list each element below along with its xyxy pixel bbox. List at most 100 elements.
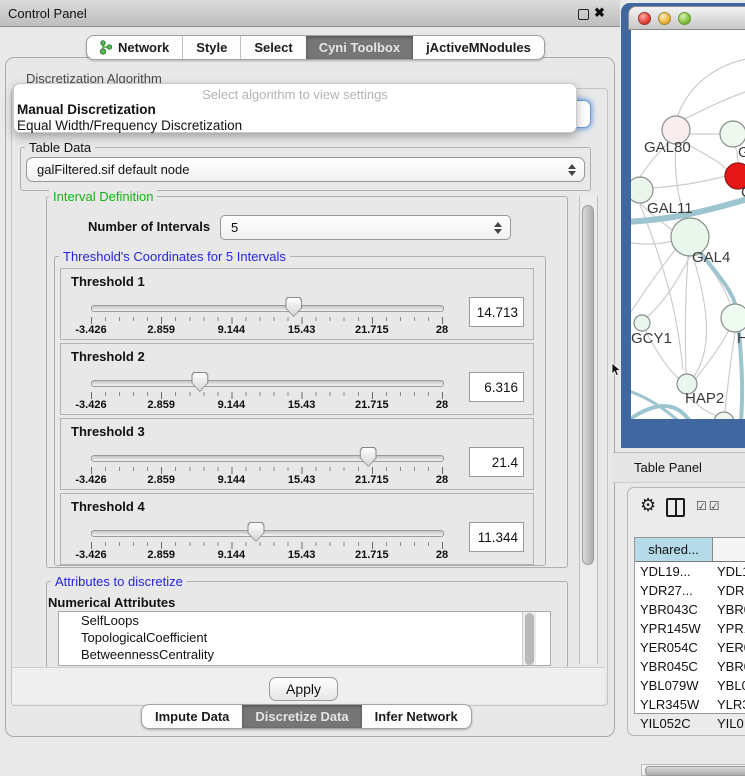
tab-network-label: Network <box>118 40 169 55</box>
tab-impute-data[interactable]: Impute Data <box>142 705 242 728</box>
column-header-shared[interactable]: shared... <box>635 538 713 561</box>
tab-style[interactable]: Style <box>182 36 240 59</box>
table-row[interactable]: YLR345WYLR3 <box>635 695 745 714</box>
table-cell[interactable]: YIL052C <box>635 714 713 733</box>
table-cell[interactable]: YPR1 <box>713 619 745 638</box>
threshold-3-value-field[interactable]: 21.4 <box>469 447 524 477</box>
tab-discretize-data[interactable]: Discretize Data <box>242 705 361 728</box>
tab-jactivemnodules-label: jActiveMNodules <box>426 40 531 55</box>
table-cell[interactable]: YDR27... <box>635 581 713 600</box>
threshold-4-slider-handle[interactable] <box>247 522 264 542</box>
tab-network[interactable]: Network <box>87 36 182 59</box>
threshold-4-value-field[interactable]: 11.344 <box>469 522 524 552</box>
network-node[interactable] <box>721 304 745 332</box>
tab-select-label: Select <box>254 40 292 55</box>
tab-cyni-toolbox[interactable]: Cyni Toolbox <box>306 36 413 59</box>
network-node-label: GA <box>738 144 745 161</box>
table-row[interactable]: YDR27...YDR2 <box>635 581 745 600</box>
table-cell[interactable]: YBR043C <box>635 600 713 619</box>
table-data-combobox[interactable]: galFiltered.sif default node <box>26 157 585 182</box>
table-cell[interactable]: YDR2 <box>713 581 745 600</box>
tab-infer-network[interactable]: Infer Network <box>362 705 471 728</box>
table-row[interactable]: YER054CYER0 <box>635 638 745 657</box>
tab-jactivemnodules[interactable]: jActiveMNodules <box>413 36 544 59</box>
float-window-icon[interactable] <box>578 9 589 20</box>
attribute-list-item[interactable]: SelfLoops <box>59 612 550 629</box>
table-cell[interactable]: YBL0 <box>713 676 745 695</box>
network-node[interactable] <box>634 315 650 331</box>
network-nodes <box>631 116 745 419</box>
settings-scrollbar[interactable] <box>579 196 598 664</box>
slider-tick-label: 9.144 <box>218 324 246 336</box>
zoom-traffic-light-icon[interactable] <box>678 12 691 25</box>
slider-tick-label: 2.859 <box>147 399 175 411</box>
network-canvas[interactable]: GAL80GACGAL11GAL4HGCY1HAP2 <box>631 30 745 419</box>
attribute-list-item[interactable]: BetweennessCentrality <box>59 646 550 663</box>
slider-tick-label: -3.426 <box>75 399 106 411</box>
threshold-4-slider-track[interactable] <box>91 530 444 537</box>
slider-tick-label: 2.859 <box>147 474 175 486</box>
popup-placeholder-option[interactable]: Select algorithm to view settings <box>14 87 576 102</box>
table-cell[interactable]: YBR0 <box>713 600 745 619</box>
scrollbar-thumb[interactable] <box>582 205 594 565</box>
table-body: YDL19...YDL1YDR27...YDR2YBR043CYBR0YPR14… <box>635 562 745 733</box>
slider-tick-label: 28 <box>436 324 448 336</box>
table-cell[interactable]: YER054C <box>635 638 713 657</box>
select-columns-checkboxes-icon[interactable]: ☑☑ <box>696 499 722 513</box>
scrollbar-thumb[interactable] <box>645 766 745 776</box>
table-row[interactable]: YDL19...YDL1 <box>635 562 745 581</box>
number-of-intervals-combobox[interactable]: 5 <box>220 215 511 240</box>
slider-tick-label: 2.859 <box>147 324 175 336</box>
threshold-3-slider-track[interactable] <box>91 455 444 462</box>
table-row[interactable]: YPR145WYPR1 <box>635 619 745 638</box>
table-row[interactable]: YBR043CYBR0 <box>635 600 745 619</box>
table-row[interactable]: YIL052CYIL0 <box>635 714 745 733</box>
combo-arrows-icon <box>568 164 576 176</box>
table-horizontal-scrollbar[interactable] <box>641 764 745 776</box>
minimize-traffic-light-icon[interactable] <box>658 12 671 25</box>
close-icon[interactable]: ✖ <box>594 5 605 21</box>
threshold-3-slider-handle[interactable] <box>360 447 377 467</box>
table-cell[interactable]: YIL0 <box>713 714 745 733</box>
network-view-window[interactable]: GAL80GACGAL11GAL4HGCY1HAP2 <box>621 3 745 448</box>
table-cell[interactable]: YER0 <box>713 638 745 657</box>
popup-option-manual-discretization[interactable]: Manual Discretization <box>17 102 156 117</box>
control-panel-tabbar: Network Style Select Cyni Toolbox jActiv… <box>86 35 545 60</box>
network-window-titlebar[interactable] <box>628 6 745 30</box>
table-row[interactable]: YBL079WYBL0 <box>635 676 745 695</box>
table-row[interactable]: YBR045CYBR0 <box>635 657 745 676</box>
threshold-1-value-field[interactable]: 14.713 <box>469 297 524 327</box>
close-traffic-light-icon[interactable] <box>638 12 651 25</box>
scrollbar-thumb[interactable] <box>525 613 534 665</box>
table-cell[interactable]: YBR0 <box>713 657 745 676</box>
screenshot-root: { "control_panel": { "title": "Control P… <box>0 0 745 745</box>
tab-infer-network-label: Infer Network <box>375 709 458 724</box>
threshold-1-slider-track[interactable] <box>91 305 444 312</box>
threshold-4-panel: Threshold 4 -3.4262.8599.14415.4321.7152… <box>60 493 534 565</box>
threshold-1-slider-handle[interactable] <box>285 297 302 317</box>
popup-option-equal-width-frequency[interactable]: Equal Width/Frequency Discretization <box>17 118 242 133</box>
tab-impute-data-label: Impute Data <box>155 709 229 724</box>
tab-select[interactable]: Select <box>240 36 305 59</box>
threshold-2-slider-track[interactable] <box>91 380 444 387</box>
column-header-name[interactable]: na <box>713 538 745 561</box>
apply-button[interactable]: Apply <box>269 677 338 701</box>
numerical-attributes-list[interactable]: SelfLoopsTopologicalCoefficientBetweenne… <box>58 611 551 666</box>
network-node[interactable] <box>714 412 734 419</box>
slider-major-ticks <box>91 467 443 474</box>
table-cell[interactable]: YBL079W <box>635 676 713 695</box>
table-cell[interactable]: YBR045C <box>635 657 713 676</box>
network-node-label: C <box>741 184 745 201</box>
table-cell[interactable]: YDL19... <box>635 562 713 581</box>
table-cell[interactable]: YPR145W <box>635 619 713 638</box>
threshold-2-slider-handle[interactable] <box>191 372 208 392</box>
attributes-list-scrollbar[interactable] <box>522 612 536 665</box>
attribute-list-item[interactable]: TopologicalCoefficient <box>59 629 550 646</box>
table-cell[interactable]: YLR3 <box>713 695 745 714</box>
settings-gear-icon[interactable]: ⚙ <box>640 496 656 514</box>
table-cell[interactable]: YLR345W <box>635 695 713 714</box>
threshold-2-value-field[interactable]: 6.316 <box>469 372 524 402</box>
split-table-icon[interactable] <box>666 498 685 517</box>
table-panel-title: Table Panel <box>634 460 702 475</box>
table-cell[interactable]: YDL1 <box>713 562 745 581</box>
